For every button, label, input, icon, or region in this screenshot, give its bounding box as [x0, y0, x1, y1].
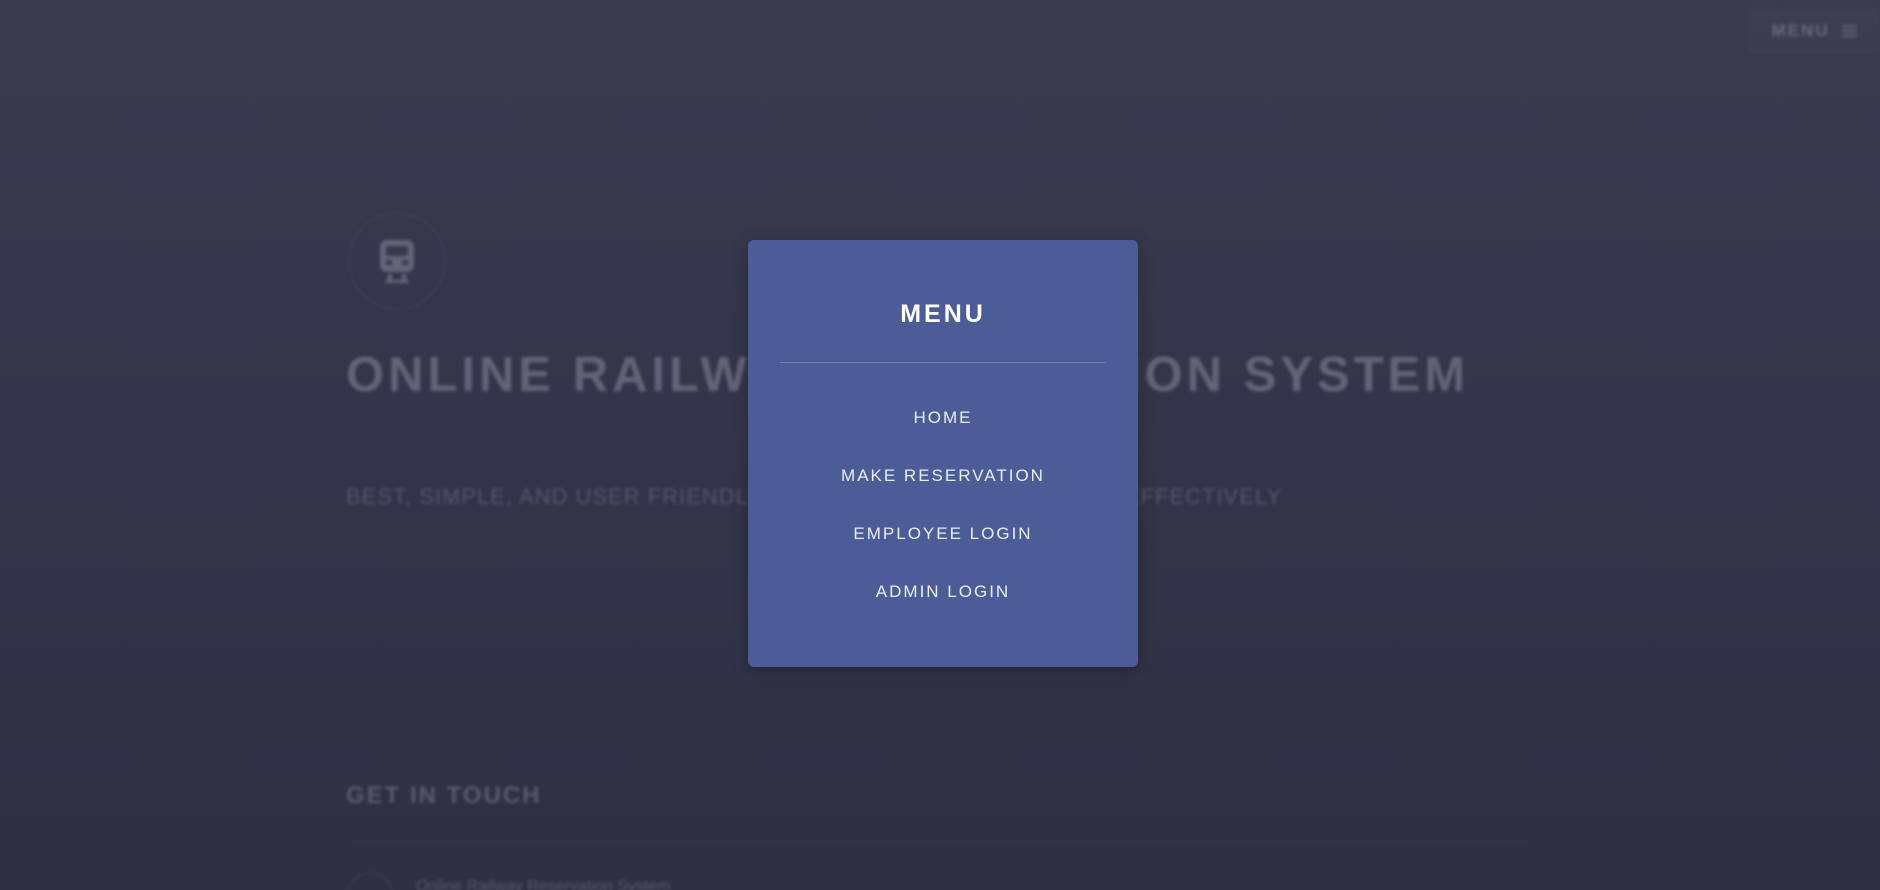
- menu-modal: MENU HOME MAKE RESERVATION EMPLOYEE LOGI…: [748, 240, 1138, 667]
- footer-title: GET IN TOUCH: [346, 782, 542, 809]
- menu-link-make-reservation[interactable]: MAKE RESERVATION: [841, 466, 1045, 485]
- logo: [348, 212, 446, 310]
- top-menu-button[interactable]: MENU: [1748, 8, 1880, 54]
- footer-divider: [346, 842, 1534, 843]
- modal-title: MENU: [900, 300, 986, 328]
- menu-link-home[interactable]: HOME: [914, 408, 973, 427]
- menu-link-admin-login[interactable]: ADMIN LOGIN: [876, 582, 1010, 601]
- page: MENU ONLINE RAILWAY RESERVATION SYSTEM B…: [0, 0, 1880, 890]
- top-menu-label: MENU: [1771, 21, 1830, 40]
- menu-item-admin-login: ADMIN LOGIN: [748, 582, 1138, 640]
- menu-item-home: HOME: [748, 408, 1138, 466]
- hamburger-icon: [1841, 25, 1857, 37]
- menu-item-employee-login: EMPLOYEE LOGIN: [748, 524, 1138, 582]
- train-icon: [380, 240, 414, 283]
- contact-icon: [346, 872, 394, 890]
- menu-list: HOME MAKE RESERVATION EMPLOYEE LOGIN ADM…: [748, 408, 1138, 640]
- modal-divider: [780, 362, 1106, 363]
- menu-link-employee-login[interactable]: EMPLOYEE LOGIN: [853, 524, 1032, 543]
- menu-item-make-reservation: MAKE RESERVATION: [748, 466, 1138, 524]
- footer-contact-item: Online Railway Reservation System: [416, 878, 671, 890]
